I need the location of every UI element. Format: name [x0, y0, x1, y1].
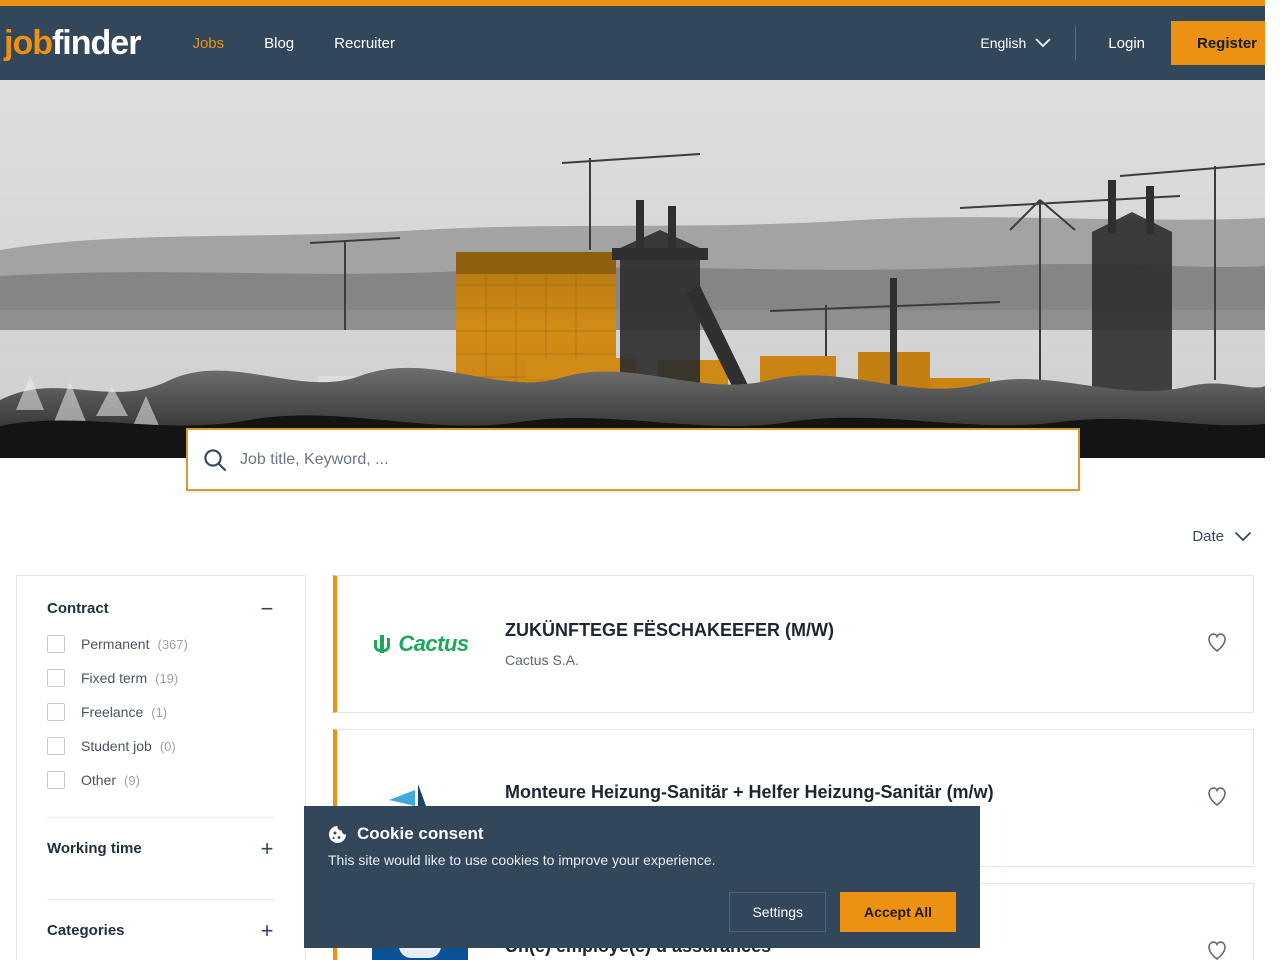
filter-option-count: (367): [157, 636, 188, 652]
plus-icon: +: [260, 917, 274, 943]
logo-text-job: job: [4, 24, 53, 62]
filter-option-label: Fixed term: [81, 670, 148, 686]
heart-icon[interactable]: [1205, 631, 1229, 658]
filter-option-student-job[interactable]: Student job (0): [47, 729, 275, 763]
heart-icon[interactable]: [1205, 939, 1229, 960]
hero-cityscape-image: [0, 80, 1265, 458]
cookie-consent-header: Cookie consent: [328, 824, 956, 844]
plus-icon: +: [260, 835, 274, 861]
filter-option-other[interactable]: Other (9): [47, 763, 275, 797]
job-title[interactable]: Monteure Heizung-Sanitär + Helfer Heizun…: [505, 782, 1195, 804]
site-header: jobfinder Jobs Blog Recruiter English Lo…: [0, 6, 1265, 80]
login-link[interactable]: Login: [1082, 35, 1171, 52]
job-card[interactable]: Cactus ZUKÜNFTEGE FËSCHAKEEFER (M/W) Cac…: [333, 575, 1254, 713]
chevron-down-icon: [1234, 531, 1252, 542]
filter-toggle-categories[interactable]: Categories +: [47, 900, 275, 960]
header-divider: [1075, 26, 1077, 60]
cookie-icon: [329, 825, 346, 843]
filter-toggle-working-time[interactable]: Working time +: [47, 818, 275, 879]
sort-label: Date: [1192, 528, 1224, 545]
filter-group-categories: Categories +: [47, 900, 275, 960]
page-root: jobfinder Jobs Blog Recruiter English Lo…: [0, 0, 1265, 960]
cookie-consent-title: Cookie consent: [357, 824, 484, 843]
search-input[interactable]: [228, 450, 1078, 469]
checkbox-permanent[interactable]: [47, 635, 65, 653]
cactus-icon: [374, 635, 391, 653]
filter-title-working-time: Working time: [47, 840, 142, 857]
nav-item-jobs[interactable]: Jobs: [172, 35, 244, 52]
job-title[interactable]: ZUKÜNFTEGE FËSCHAKEEFER (M/W): [505, 620, 1195, 642]
sort-bar: Date: [0, 528, 1252, 545]
checkbox-fixed-term[interactable]: [47, 669, 65, 687]
filter-option-count: (9): [124, 772, 140, 788]
filter-option-fixed-term[interactable]: Fixed term (19): [47, 661, 275, 695]
site-logo[interactable]: jobfinder: [4, 24, 141, 62]
register-button[interactable]: Register: [1171, 21, 1265, 65]
checkbox-other[interactable]: [47, 771, 65, 789]
nav-item-blog[interactable]: Blog: [244, 35, 314, 52]
hero-banner: [0, 80, 1265, 458]
filter-option-label: Student job: [81, 738, 152, 754]
company-logo-text: Cactus: [398, 631, 469, 656]
filter-option-count: (1): [151, 704, 168, 720]
filter-group-working-time: Working time +: [47, 818, 275, 900]
logo-text-finder: finder: [51, 24, 141, 62]
language-label: English: [980, 35, 1027, 51]
chevron-down-icon: [1035, 38, 1051, 48]
filter-option-label: Other: [81, 772, 117, 788]
heart-icon[interactable]: [1205, 785, 1229, 812]
cookie-consent-actions: Settings Accept All: [328, 892, 956, 932]
sort-by-date-button[interactable]: Date: [1192, 528, 1252, 545]
job-info: ZUKÜNFTEGE FËSCHAKEEFER (M/W) Cactus S.A…: [479, 620, 1195, 668]
cookie-consent-dialog: Cookie consent This site would like to u…: [304, 806, 980, 948]
main-nav: Jobs Blog Recruiter: [172, 35, 415, 52]
filter-sidebar: Contract − Permanent (367) Fixed term (1…: [16, 575, 306, 960]
cookie-accept-all-button[interactable]: Accept All: [840, 892, 956, 932]
cookie-settings-button[interactable]: Settings: [729, 892, 827, 932]
job-company: Cactus S.A.: [505, 651, 579, 668]
filter-option-label: Freelance: [81, 704, 144, 720]
minus-icon: −: [260, 595, 274, 621]
checkbox-freelance[interactable]: [47, 703, 65, 721]
job-search-bar[interactable]: [186, 428, 1080, 491]
filter-option-count: (0): [159, 738, 176, 754]
filter-title-categories: Categories: [47, 922, 125, 939]
header-actions: English Login Register: [962, 6, 1265, 80]
filter-option-freelance[interactable]: Freelance (1): [47, 695, 275, 729]
filter-option-permanent[interactable]: Permanent (367): [47, 627, 275, 661]
nav-item-recruiter[interactable]: Recruiter: [314, 35, 415, 52]
filter-option-count: (19): [155, 670, 179, 686]
filter-option-label: Permanent: [81, 636, 150, 652]
company-logo-cactus: Cactus: [361, 631, 479, 657]
search-icon: [202, 447, 228, 473]
filter-toggle-contract[interactable]: Contract −: [47, 576, 275, 627]
checkbox-student-job[interactable]: [47, 737, 65, 755]
language-selector[interactable]: English: [962, 35, 1069, 51]
filter-group-contract: Contract − Permanent (367) Fixed term (1…: [47, 576, 275, 818]
cookie-consent-text: This site would like to use cookies to i…: [328, 852, 716, 868]
filter-title-contract: Contract: [47, 600, 109, 617]
